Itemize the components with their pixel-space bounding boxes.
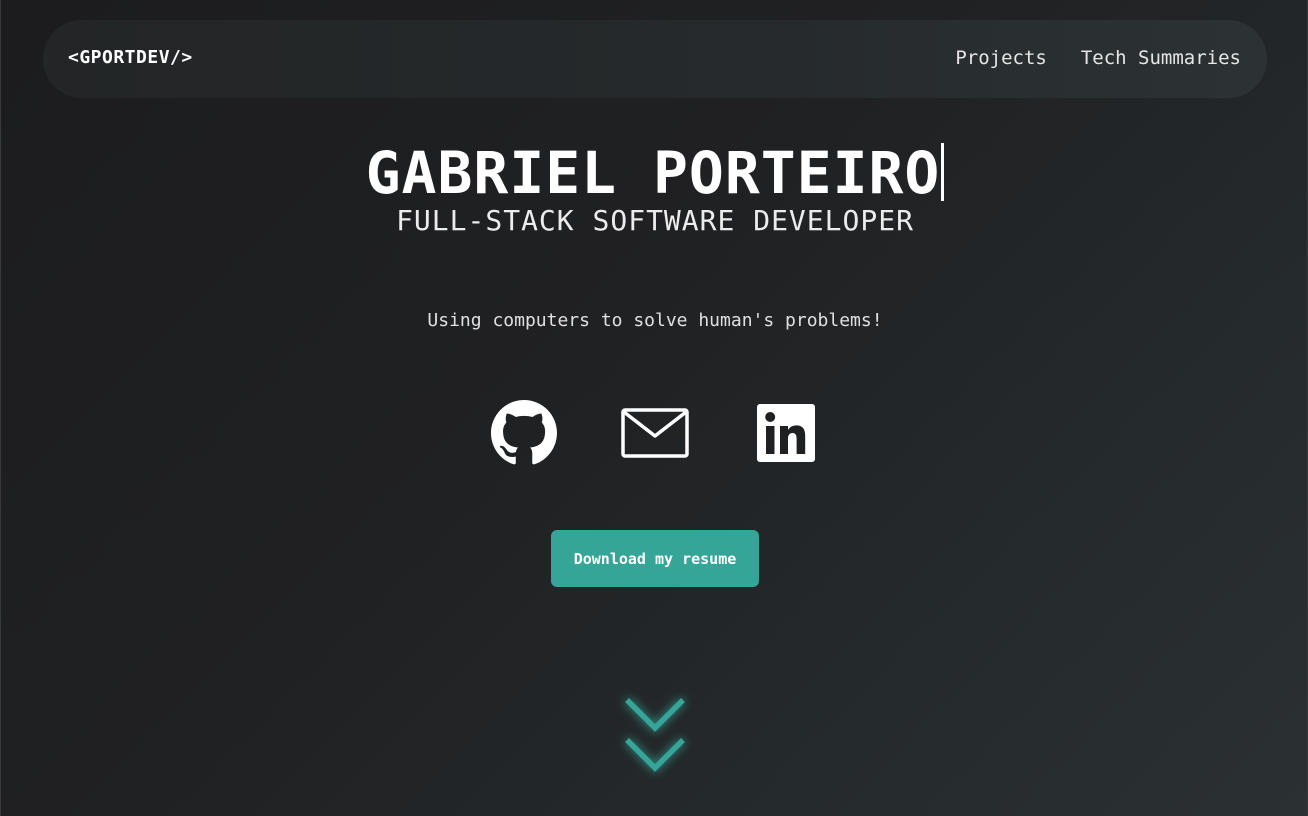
- typing-cursor: [941, 143, 945, 201]
- email-link[interactable]: [620, 398, 690, 468]
- hero-name-text: GABRIEL PORTEIRO: [365, 139, 941, 207]
- nav-link-tech-summaries[interactable]: Tech Summaries: [1081, 47, 1241, 69]
- social-links: [1, 398, 1308, 468]
- hero-role: FULL-STACK SOFTWARE DEVELOPER: [396, 204, 914, 237]
- brand-logo[interactable]: <GPORTDEV/>: [68, 47, 193, 68]
- download-resume-button[interactable]: Download my resume: [551, 530, 759, 587]
- hero-name: GABRIEL PORTEIRO: [1, 140, 1308, 206]
- scroll-down-button[interactable]: [615, 688, 695, 784]
- linkedin-icon: [757, 404, 815, 462]
- tagline: Using computers to solve human's problem…: [427, 310, 883, 331]
- navbar: <GPORTDEV/> Projects Tech Summaries: [43, 20, 1267, 98]
- nav-link-projects[interactable]: Projects: [955, 47, 1047, 69]
- github-icon: [491, 400, 557, 465]
- nav-links: Projects Tech Summaries: [955, 47, 1241, 69]
- chevron-double-down-icon: [625, 698, 685, 772]
- mail-icon: [621, 408, 689, 458]
- linkedin-link[interactable]: [751, 398, 821, 468]
- github-link[interactable]: [489, 398, 559, 468]
